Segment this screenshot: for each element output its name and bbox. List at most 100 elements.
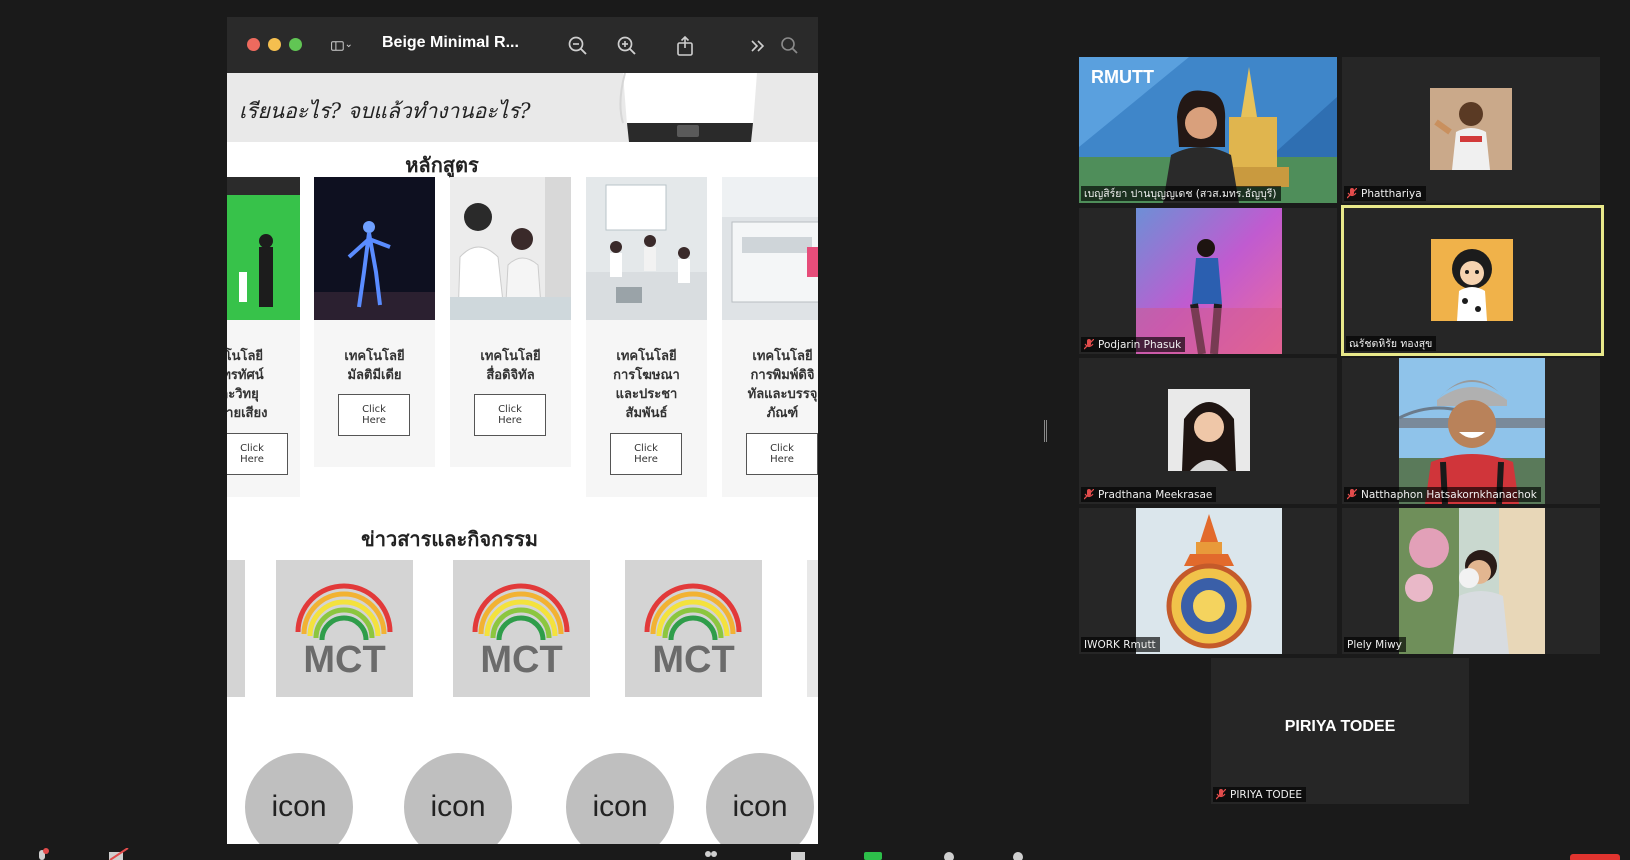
participant-display-name: PIRIYA TODEE <box>1284 718 1396 735</box>
participant-tile[interactable]: Podjarin Phasuk <box>1079 208 1337 354</box>
zoom-in-icon[interactable] <box>616 35 638 57</box>
participant-name: ณรัชตหิรัย ทองสุข <box>1346 336 1437 351</box>
participant-name: Plely Miwy <box>1344 637 1406 652</box>
share-screen-icon[interactable] <box>863 848 883 860</box>
course-click-button[interactable]: Click Here <box>338 394 410 436</box>
participant-name: IWORK Rmutt <box>1081 637 1160 652</box>
course-click-button[interactable]: Click Here <box>474 394 546 436</box>
participant-name-text: Plely Miwy <box>1347 638 1402 651</box>
news-tile[interactable]: MCT <box>625 560 762 697</box>
icon-placeholder[interactable]: icon <box>706 753 814 844</box>
mic-muted-icon <box>1083 488 1095 500</box>
mct-logo-text: MCT <box>303 639 385 681</box>
mct-logo-text: MCT <box>480 639 562 681</box>
chat-icon[interactable] <box>790 848 806 860</box>
participant-name-text: PIRIYA TODEE <box>1230 788 1302 801</box>
mic-muted-icon <box>1346 187 1358 199</box>
course-card-tv-radio: คโนโลยี โทรทัศน์ ละวิทยุ ะจายเสียง Click… <box>227 177 300 497</box>
more-chevron-icon[interactable] <box>747 35 769 57</box>
course-name: คโนโลยี โทรทัศน์ ละวิทยุ ะจายเสียง <box>227 349 268 421</box>
icon-placeholder[interactable]: icon <box>245 753 353 844</box>
participant-avatar <box>1431 239 1513 321</box>
participant-tile[interactable]: Plely Miwy <box>1342 508 1600 654</box>
participant-name-text: ณรัชตหิรัย ทองสุข <box>1349 338 1433 350</box>
course-click-button[interactable]: Click Here <box>610 433 682 475</box>
news-section-title: ข่าวสารและกิจกรรม <box>361 527 538 551</box>
mic-muted-icon <box>1083 338 1095 350</box>
participant-photo <box>1399 508 1545 654</box>
video-camera-icon[interactable] <box>108 848 130 860</box>
end-meeting-button[interactable] <box>1570 848 1620 860</box>
microphone-icon[interactable] <box>34 848 50 860</box>
document-page: เรียนอะไร? จบแล้วทำงานอะไร? หลักสูตร โนโ… <box>227 73 818 844</box>
participant-tile[interactable]: Natthaphon Hatsakornkhanachok <box>1342 358 1600 504</box>
participant-name-text: IWORK Rmutt <box>1084 638 1156 651</box>
rmutt-logo-text: RMUTT <box>1091 67 1154 87</box>
course-click-button[interactable]: Click Here <box>746 433 818 475</box>
university-emblem <box>1136 508 1282 654</box>
participant-photo <box>1136 208 1282 354</box>
participant-name-text: Podjarin Phasuk <box>1098 338 1182 351</box>
course-image <box>450 177 571 320</box>
news-tile[interactable]: MCT <box>453 560 590 697</box>
zoom-meeting-window: Beige Minimal R... เรียนอะไร? จบแล้วทำงา… <box>0 0 1630 860</box>
course-card-digital-media: เทคโนโลยี สื่อดิจิทัล Click Here <box>450 177 571 467</box>
news-tile-clipped[interactable] <box>227 560 245 697</box>
course-click-button[interactable]: Click Here <box>227 433 288 475</box>
participant-name: Phatthariya <box>1344 186 1426 201</box>
record-icon[interactable] <box>941 848 957 860</box>
maximize-window-button[interactable] <box>289 38 302 51</box>
course-image <box>586 177 707 320</box>
participant-name: Natthaphon Hatsakornkhanachok <box>1344 487 1541 502</box>
course-name: เทคโนโลยี มัลติมีเดีย <box>344 349 405 383</box>
participant-tile[interactable]: RMUTT เบญสิร์ยา ปานบุญญเดช (สวส.มทร.ธัญบ… <box>1079 57 1337 203</box>
participant-video: RMUTT <box>1079 57 1337 203</box>
minimize-window-button[interactable] <box>268 38 281 51</box>
news-tile[interactable]: MCT <box>276 560 413 697</box>
participant-name-text: เบญสิร์ยา ปานบุญญเดช (สวส.มทร.ธัญบุรี) <box>1084 188 1277 200</box>
mic-muted-icon <box>1346 488 1358 500</box>
hero-person-image <box>615 73 765 142</box>
course-card-multimedia: เทคโนโลยี มัลติมีเดีย Click Here <box>314 177 435 467</box>
participant-tile[interactable]: Phatthariya <box>1342 57 1600 203</box>
mct-logo: MCT <box>453 560 590 697</box>
participant-tile[interactable]: PIRIYA TODEE PIRIYA TODEE <box>1211 658 1469 804</box>
icon-placeholder[interactable]: icon <box>566 753 674 844</box>
course-image <box>227 177 300 320</box>
participant-name: เบญสิร์ยา ปานบุญญเดช (สวส.มทร.ธัญบุรี) <box>1081 186 1281 201</box>
mic-muted-icon <box>1215 788 1227 800</box>
close-window-button[interactable] <box>247 38 260 51</box>
participants-icon[interactable] <box>703 848 719 860</box>
participant-tile[interactable]: Pradthana Meekrasae <box>1079 358 1337 504</box>
participant-avatar <box>1168 389 1250 471</box>
sidebar-toggle-icon[interactable] <box>331 35 367 57</box>
news-tile-clipped[interactable] <box>807 560 818 697</box>
course-name: เทคโนโลยี การโฆษณา และประชา สัมพันธ์ <box>613 349 680 421</box>
participant-name-text: Pradthana Meekrasae <box>1098 488 1213 501</box>
document-title: Beige Minimal R... <box>382 34 519 51</box>
hero-banner: เรียนอะไร? จบแล้วทำงานอะไร? <box>227 73 818 142</box>
preview-toolbar: Beige Minimal R... <box>227 17 818 73</box>
participant-name-text: Natthaphon Hatsakornkhanachok <box>1361 488 1537 501</box>
mct-logo-text: MCT <box>652 639 734 681</box>
participant-photo <box>1399 358 1545 504</box>
participant-name: Pradthana Meekrasae <box>1081 487 1217 502</box>
reactions-icon[interactable] <box>1010 848 1026 860</box>
course-name: เทคโนโลยี การพิมพ์ดิจิ ทัลและบรรจุ ภัณฑ์ <box>747 349 818 421</box>
participant-name: Podjarin Phasuk <box>1081 337 1186 352</box>
split-divider-handle[interactable] <box>1044 420 1047 442</box>
participant-tile[interactable]: IWORK Rmutt <box>1079 508 1337 654</box>
participant-tile-active-speaker[interactable]: ณรัชตหิรัย ทองสุข <box>1341 205 1604 356</box>
course-card-digital-printing: เทคโนโลยี การพิมพ์ดิจิ ทัลและบรรจุ ภัณฑ์… <box>722 177 818 497</box>
course-image <box>314 177 435 320</box>
search-icon[interactable] <box>779 35 801 57</box>
hero-text: เรียนอะไร? จบแล้วทำงานอะไร? <box>239 99 531 123</box>
zoom-out-icon[interactable] <box>567 35 589 57</box>
icon-placeholder[interactable]: icon <box>404 753 512 844</box>
share-icon[interactable] <box>674 35 696 57</box>
mct-logo: MCT <box>625 560 762 697</box>
participant-avatar <box>1430 88 1512 170</box>
participant-name-text: Phatthariya <box>1361 187 1422 200</box>
course-name: เทคโนโลยี สื่อดิจิทัล <box>480 349 541 383</box>
mct-logo: MCT <box>276 560 413 697</box>
